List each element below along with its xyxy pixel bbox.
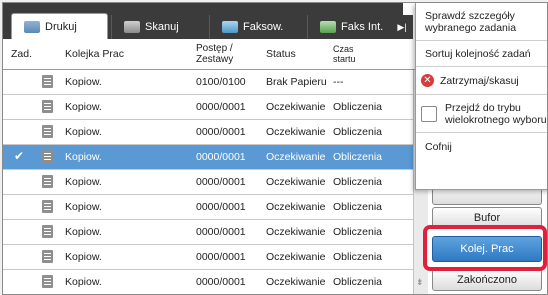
tab-internet-fax-label: Faks Int.	[341, 21, 384, 33]
multi-select-label: Przejdź do trybu wielokrotnego wyboru	[445, 102, 547, 126]
fax-icon	[222, 21, 238, 33]
job-status: Oczekiwanie	[266, 226, 326, 238]
job-name: Kopiow.	[65, 76, 102, 88]
job-start-time: Obliczenia	[333, 176, 383, 188]
print-icon	[24, 20, 40, 33]
table-row[interactable]: Kopiow. 0000/0001 Oczekiwanie Obliczenia	[3, 245, 413, 270]
job-name: Kopiow.	[65, 226, 102, 238]
job-progress: 0000/0001	[196, 101, 246, 113]
check-details-line2: wybranego zadania	[425, 21, 517, 34]
menu-item-pause-cancel[interactable]: ✕ Zatrzymaj/skasuj	[416, 67, 547, 95]
job-start-time: Obliczenia	[333, 201, 383, 213]
menu-item-sort-order[interactable]: Sortuj kolejność zadań	[416, 41, 547, 67]
menu-item-back[interactable]: Cofnij	[416, 133, 547, 161]
multi-select-line1: Przejdź do trybu	[445, 101, 521, 114]
job-status: Oczekiwanie	[266, 201, 326, 213]
job-start-time: Obliczenia	[333, 101, 383, 113]
table-row[interactable]: Kopiow. 0000/0001 Oczekiwanie Obliczenia	[3, 95, 413, 120]
table-row[interactable]: ✔ Kopiow. 0000/0001 Oczekiwanie Obliczenia	[3, 145, 413, 170]
copy-job-icon	[42, 175, 53, 188]
job-progress: 0000/0001	[196, 251, 246, 263]
pause-cancel-label: Zatrzymaj/skasuj	[440, 74, 519, 87]
check-details-line1: Sprawdź szczegóły	[425, 9, 515, 22]
internet-fax-icon	[320, 21, 336, 33]
menu-item-multi-select[interactable]: Przejdź do trybu wielokrotnego wyboru	[416, 95, 547, 133]
job-start-time: ---	[333, 76, 344, 88]
header-time-line2: startu	[333, 54, 356, 64]
selected-check-icon: ✔	[14, 149, 25, 163]
job-status-window: Drukuj Skanuj Faksow. Faks Int. Zad. Kol…	[2, 2, 548, 295]
mode-tabs: Drukuj Skanuj Faksow. Faks Int.	[3, 3, 403, 39]
copy-job-icon	[42, 100, 53, 113]
table-row[interactable]: Kopiow. 0100/0100 Brak Papieru ---	[3, 70, 413, 95]
header-progress-line2: Zestawy	[196, 54, 234, 65]
table-row[interactable]: Kopiow. 0000/0001 Oczekiwanie Obliczenia	[3, 220, 413, 245]
job-name: Kopiow.	[65, 101, 102, 113]
tab-print-label: Drukuj	[45, 20, 77, 33]
job-table-header: Zad. Kolejka Prac Postęp / Zestawy Statu…	[3, 39, 423, 70]
menu-item-check-details[interactable]: Sprawdź szczegóły wybranego zadania	[416, 3, 547, 41]
copy-job-icon	[42, 200, 53, 213]
job-status: Oczekiwanie	[266, 251, 326, 263]
table-row[interactable]: Kopiow. 0000/0001 Oczekiwanie Obliczenia	[3, 195, 413, 220]
job-progress: 0000/0001	[196, 276, 246, 288]
job-name: Kopiow.	[65, 276, 102, 288]
job-name: Kopiow.	[65, 251, 102, 263]
copy-job-icon	[42, 125, 53, 138]
job-name: Kopiow.	[65, 151, 102, 163]
job-status: Oczekiwanie	[266, 151, 326, 163]
job-status: Oczekiwanie	[266, 126, 326, 138]
job-list: Kopiow. 0100/0100 Brak Papieru --- Kopiow. 00…	[3, 70, 413, 294]
job-progress: 0100/0100	[196, 76, 246, 88]
job-status: Brak Papieru	[266, 76, 327, 88]
job-progress: 0000/0001	[196, 176, 246, 188]
job-progress: 0000/0001	[196, 151, 246, 163]
job-progress: 0000/0001	[196, 226, 246, 238]
job-queue-highlight	[423, 225, 547, 271]
header-zad: Zad.	[11, 48, 33, 60]
copy-job-icon	[42, 75, 53, 88]
tab-fax[interactable]: Faksow.	[209, 15, 305, 39]
header-progress-line1: Postęp /	[196, 43, 233, 54]
header-time-line1: Czas	[333, 44, 354, 54]
job-name: Kopiow.	[65, 126, 102, 138]
header-progress: Postęp / Zestawy	[196, 39, 233, 69]
job-start-time: Obliczenia	[333, 251, 383, 263]
header-queue: Kolejka Prac	[65, 48, 124, 60]
tab-scan[interactable]: Skanuj	[111, 15, 207, 39]
job-start-time: Obliczenia	[333, 126, 383, 138]
job-status: Oczekiwanie	[266, 276, 326, 288]
multi-select-checkbox[interactable]	[421, 105, 437, 122]
table-row[interactable]: Kopiow. 0000/0001 Oczekiwanie Obliczenia	[3, 270, 413, 294]
stop-icon: ✕	[421, 74, 434, 87]
complete-button[interactable]: Zakończono	[432, 269, 542, 291]
job-start-time: Obliczenia	[333, 151, 383, 163]
job-status: Oczekiwanie	[266, 101, 326, 113]
tab-scan-label: Skanuj	[145, 21, 179, 33]
job-name: Kopiow.	[65, 176, 102, 188]
tab-scroll-right-icon[interactable]: ▶|	[391, 15, 413, 39]
copy-job-icon	[42, 150, 53, 163]
job-name: Kopiow.	[65, 201, 102, 213]
scroll-down-icon[interactable]: ⇟	[416, 277, 424, 288]
tab-fax-label: Faksow.	[243, 21, 284, 33]
tab-print[interactable]: Drukuj	[11, 13, 108, 39]
scan-icon	[124, 21, 140, 33]
multi-select-line2: wielokrotnego wyboru	[445, 113, 547, 126]
job-status: Oczekiwanie	[266, 176, 326, 188]
copy-job-icon	[42, 225, 53, 238]
header-status: Status	[266, 48, 296, 60]
header-start-time: Czas startu	[333, 39, 356, 69]
job-start-time: Obliczenia	[333, 276, 383, 288]
job-progress: 0000/0001	[196, 201, 246, 213]
table-row[interactable]: Kopiow. 0000/0001 Oczekiwanie Obliczenia	[3, 170, 413, 195]
action-menu: Sprawdź szczegóły wybranego zadania Sort…	[415, 3, 547, 190]
job-start-time: Obliczenia	[333, 226, 383, 238]
table-row[interactable]: Kopiow. 0000/0001 Oczekiwanie Obliczenia	[3, 120, 413, 145]
copy-job-icon	[42, 250, 53, 263]
tab-internet-fax[interactable]: Faks Int.	[307, 15, 403, 39]
copy-job-icon	[42, 275, 53, 288]
job-progress: 0000/0001	[196, 126, 246, 138]
